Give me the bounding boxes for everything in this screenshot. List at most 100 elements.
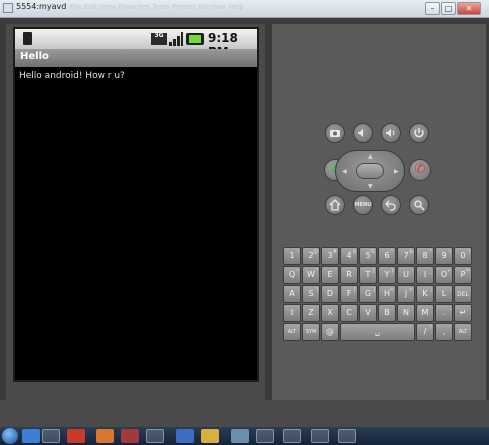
key-label: D (326, 289, 334, 298)
key-row5-0[interactable]: ALT (283, 323, 301, 341)
key-label: E (327, 270, 333, 279)
camera-button[interactable] (325, 123, 345, 143)
taskbar-explorer-icon[interactable] (146, 429, 164, 443)
key-label: U (403, 270, 409, 279)
key-alt-label: ; (430, 287, 432, 293)
dpad-icon[interactable]: ▲ ▼ ◀ ▶ (335, 150, 405, 192)
taskbar-word-icon[interactable] (176, 429, 194, 443)
key-row3-7[interactable]: K; (416, 285, 434, 303)
key-alt-label: > (408, 287, 413, 293)
key-row2-2[interactable]: E ´ (321, 266, 339, 284)
key-label: J (404, 289, 408, 298)
maximize-button[interactable]: □ (441, 2, 456, 15)
key-row5-5[interactable]: , (435, 323, 453, 341)
space-key[interactable]: ␣ (340, 323, 415, 341)
key-row2-0[interactable]: Q ~ (283, 266, 301, 284)
volume-down-button[interactable] (353, 123, 373, 143)
key-row3-4[interactable]: G] (359, 285, 377, 303)
windows-taskbar (0, 427, 489, 445)
menu-button[interactable]: MENU (353, 195, 373, 215)
key-alt-label: } (390, 268, 394, 274)
key-alt-label: [ (354, 287, 356, 293)
key-label: / (423, 327, 427, 336)
key-label: B (384, 308, 390, 317)
key-row4-1[interactable]: Z (302, 304, 320, 322)
key-row4-5[interactable]: B (378, 304, 396, 322)
key-row3-3[interactable]: F[ (340, 285, 358, 303)
app-title: Hello (20, 51, 49, 62)
key-alt-label: " (315, 268, 318, 274)
key-row5-6[interactable]: ALT (454, 323, 472, 341)
key-row4-3[interactable]: C (340, 304, 358, 322)
key-label: SYM (305, 329, 317, 335)
key-label: T (365, 270, 371, 279)
taskbar-folder-icon[interactable] (201, 429, 219, 443)
key-row5-4[interactable]: /? (416, 323, 434, 341)
key-alt-label: & (409, 249, 413, 255)
key-alt-label: ? (429, 325, 432, 331)
key-alt-label: ~ (294, 268, 299, 274)
key-label: X (327, 308, 333, 317)
key-label: ALT (458, 329, 468, 335)
key-row2-9[interactable]: P = (454, 266, 472, 284)
key-label: C (346, 308, 352, 317)
device-screen[interactable]: 3G 9:18 PM Hello Hello android! How r u? (13, 27, 259, 382)
taskbar-misc-icon[interactable] (311, 429, 329, 443)
start-button[interactable] (2, 428, 18, 444)
taskbar-emulator-icon[interactable] (338, 429, 356, 443)
android-status-bar: 3G 9:18 PM (15, 29, 257, 59)
key-label: 3 (327, 251, 333, 260)
key-row4-8[interactable]: ., (435, 304, 453, 322)
end-call-button[interactable]: ✆ (409, 159, 431, 181)
key-alt-label: ] (373, 287, 375, 293)
search-button[interactable] (409, 195, 429, 215)
key-label: @ (326, 327, 334, 336)
key-label: P (460, 270, 466, 279)
key-row4-9[interactable]: ↵ (454, 304, 472, 322)
taskbar-firefox-icon[interactable] (96, 429, 114, 443)
key-row5-1[interactable]: SYM (302, 323, 320, 341)
taskbar-app-icon[interactable] (121, 429, 139, 443)
key-alt-label: ) (468, 249, 470, 255)
key-alt-label: = (465, 268, 470, 274)
taskbar-media-icon[interactable] (231, 429, 249, 443)
key-label: 8 (422, 251, 428, 260)
taskbar-chrome-icon[interactable] (42, 429, 60, 443)
key-row3-1[interactable]: S \ (302, 285, 320, 303)
key-label: ␣ (374, 327, 381, 336)
key-alt-label: @ (313, 249, 318, 255)
key-row5-2[interactable]: @ (321, 323, 339, 341)
taskbar-eclipse-icon[interactable] (256, 429, 274, 443)
taskbar-avd-icon[interactable] (283, 429, 301, 443)
key-row3-9[interactable]: DEL (454, 285, 472, 303)
key-alt-label: + (446, 268, 451, 274)
taskbar-opera-icon[interactable] (67, 429, 85, 443)
key-alt-label: \ (316, 287, 318, 293)
power-button[interactable] (409, 123, 429, 143)
key-row3-0[interactable]: A (283, 285, 301, 303)
key-row4-6[interactable]: N (397, 304, 415, 322)
back-button[interactable] (381, 195, 401, 215)
close-button[interactable]: ✕ (457, 2, 481, 15)
key-label: 7 (403, 251, 409, 260)
key-row4-4[interactable]: V (359, 304, 377, 322)
key-row3-2[interactable]: D (321, 285, 339, 303)
key-row4-0[interactable]: ⇧ (283, 304, 301, 322)
key-alt-label: ! (296, 249, 299, 255)
key-label: Z (308, 308, 314, 317)
key-label: 1 (289, 251, 295, 260)
key-row1-3[interactable]: 4 $ (340, 247, 358, 265)
key-label: Y (384, 270, 390, 279)
volume-up-button[interactable] (381, 123, 401, 143)
key-row3-6[interactable]: J > (397, 285, 415, 303)
key-row3-5[interactable]: H < (378, 285, 396, 303)
signal-strength-icon (169, 32, 183, 46)
app-window-icon (3, 3, 13, 13)
dpad-center-button[interactable] (356, 163, 384, 179)
minimize-button[interactable]: – (425, 2, 440, 15)
key-label: V (365, 308, 371, 317)
home-button[interactable] (325, 195, 345, 215)
key-label: 6 (384, 251, 390, 260)
taskbar-ie-icon[interactable] (22, 429, 40, 443)
key-row4-2[interactable]: X (321, 304, 339, 322)
